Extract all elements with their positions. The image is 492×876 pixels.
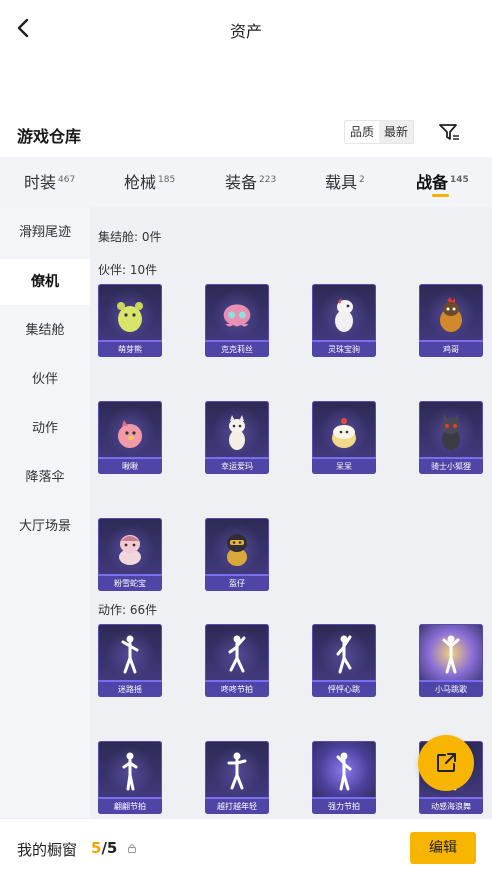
edit-button[interactable]: 编辑 [410,832,476,864]
filter-icon[interactable] [437,120,461,144]
dancer-icon [336,752,352,791]
action-card[interactable]: 迷路摇 [98,624,162,697]
sort-toggle: 品质 最新 [344,120,415,144]
rooster-icon [435,294,467,336]
category-tabs: 时装 467 枪械 185 装备 223 载具 2 战备 145 [0,157,492,207]
action-card[interactable]: 翩翩节拍 [98,741,162,814]
dancer-icon [121,635,139,674]
partner-card[interactable]: 鸡哥 [419,284,483,357]
tab-combat-gear[interactable]: 战备 145 [416,169,469,193]
partner-card[interactable]: 幸运爱玛 [205,401,269,474]
sidebar-item-assembly-pod[interactable]: 集结舱 [0,308,90,354]
fox-icon [221,411,253,453]
helmet-buddy-icon [221,528,253,570]
dancer-icon [227,752,247,790]
action-card[interactable]: 强力节拍 [312,741,376,814]
warehouse-title: 游戏仓库 [17,127,82,146]
sidebar-item-lobby-scene[interactable]: 大厅场景 [0,504,90,550]
assembly-section-label: 集结舱: 0件 [98,230,162,244]
chick-icon [328,411,360,453]
tab-vehicles[interactable]: 载具 2 [325,169,365,193]
sort-latest-button[interactable]: 最新 [379,121,414,143]
knight-fox-icon [435,411,467,453]
sidebar-item-parachute[interactable]: 降落伞 [0,455,90,501]
tab-guns[interactable]: 枪械 185 [124,169,175,193]
showcase-count: 5/5 [91,839,118,857]
dancer-icon [122,752,138,791]
warehouse-header: 游戏仓库 品质 最新 [0,118,492,148]
bottom-bar: 我的橱窗 5/5 编辑 [0,818,492,876]
partner-card[interactable]: 呆呆 [312,401,376,474]
partner-card[interactable]: 啾啾 [98,401,162,474]
partner-section-label: 伙伴: 10件 [98,263,158,277]
bird-icon [114,411,146,453]
sidebar-item-wingman[interactable]: 僚机 [0,259,90,305]
showcase-label: 我的橱窗 [17,841,78,859]
page-title: 资产 [229,22,262,41]
action-section-label: 动作: 66件 [98,603,158,617]
lock-icon [128,844,136,853]
sidebar-item-action[interactable]: 动作 [0,406,90,452]
bear-icon [114,294,146,336]
partner-card[interactable]: 灵珠宝驹 [312,284,376,357]
dancer-icon [336,635,352,674]
partner-card[interactable]: 克克莉丝 [205,284,269,357]
partner-card[interactable]: 萌芽熊 [98,284,162,357]
active-tab-indicator [432,194,449,197]
partner-card[interactable]: 盔仔 [205,518,269,591]
tab-equipment[interactable]: 装备 223 [225,169,276,193]
partner-card[interactable]: 粉雪蛇宝 [98,518,162,591]
sidebar-item-glide-trail[interactable]: 滑翔尾迹 [0,210,90,256]
action-card[interactable]: 咚咚节拍 [205,624,269,697]
partner-card[interactable]: 骑士小狐狸 [419,401,483,474]
dancer-icon [442,635,460,674]
sort-quality-button[interactable]: 品质 [345,121,380,143]
action-card[interactable]: 小马跳歌 [419,624,483,697]
sidebar-item-partner[interactable]: 伙伴 [0,357,90,403]
top-bar: 资产 [0,0,492,56]
snake-icon [114,528,146,570]
tab-fashion[interactable]: 时装 467 [24,169,75,193]
share-button[interactable] [418,735,474,791]
assets-page: 资产 游戏仓库 品质 最新 时装 467 枪械 185 装备 223 载具 2 战备 14… [0,0,492,876]
action-card[interactable]: 越打越年轻 [205,741,269,814]
share-icon [437,753,456,772]
sidebar: 滑翔尾迹 僚机 集结舱 伙伴 动作 降落伞 大厅场景 [0,207,90,818]
horse-icon [328,294,360,336]
dancer-icon [228,635,246,673]
octopus-icon [221,294,253,336]
action-card[interactable]: 怦怦心跳 [312,624,376,697]
item-grid: 集结舱: 0件 伙伴: 10件 萌芽熊 克克莉丝 灵珠宝驹 鸡哥 啾啾 幸运爱玛… [90,207,492,818]
